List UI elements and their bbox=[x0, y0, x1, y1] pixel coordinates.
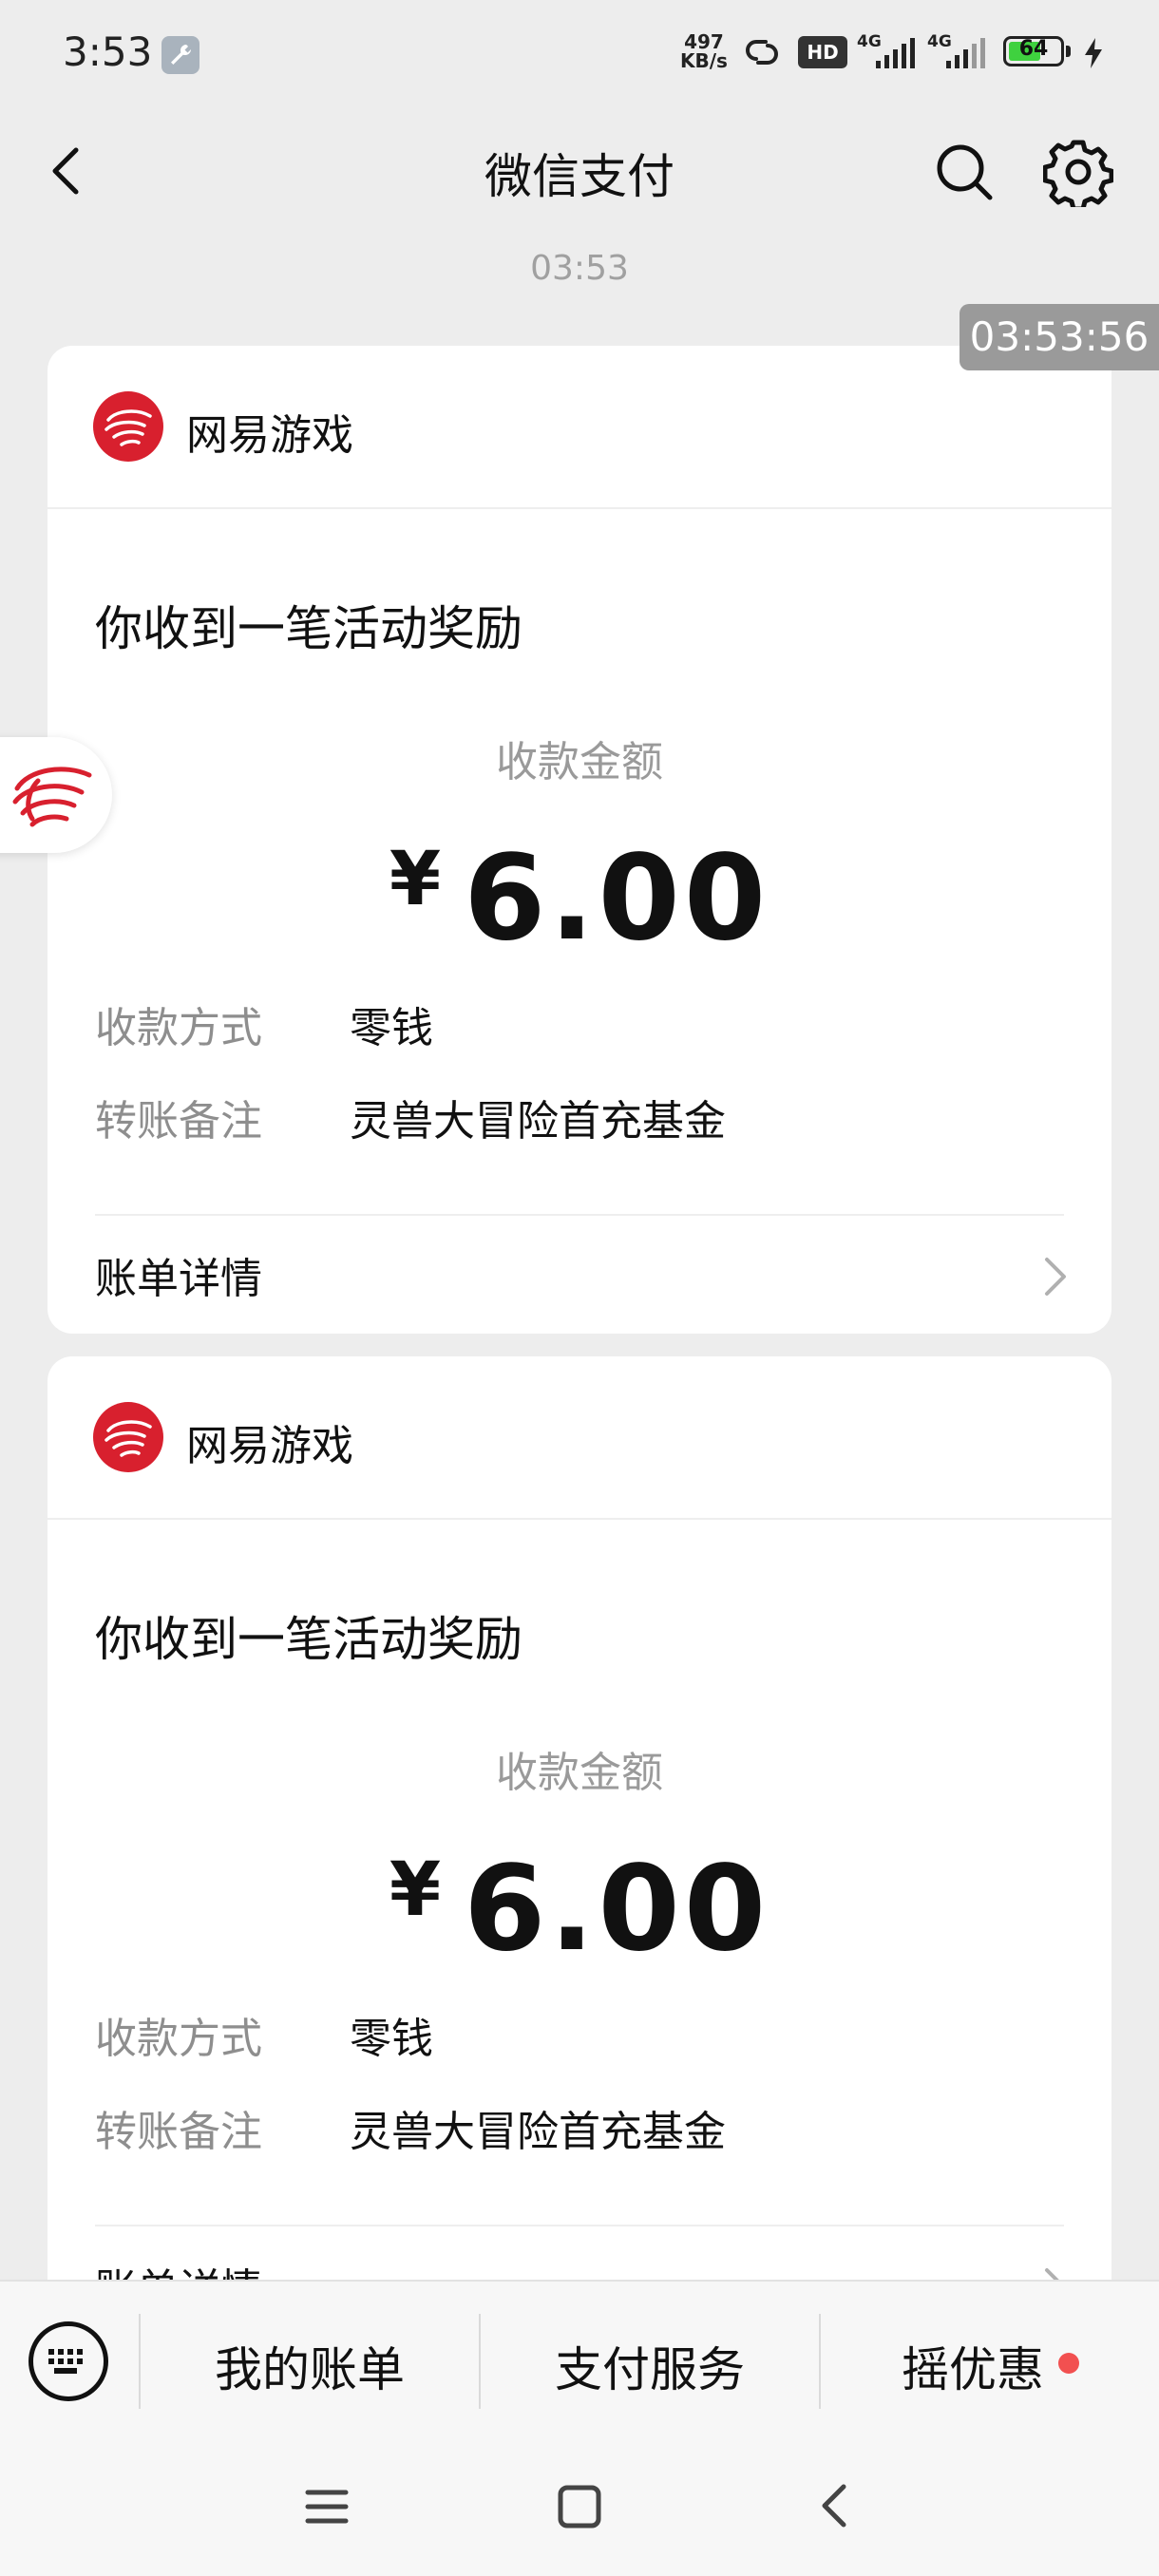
net-speed-unit: KB/s bbox=[680, 49, 728, 72]
payment-method-label: 收款方式 bbox=[95, 1004, 262, 1052]
net-speed-value: 497 bbox=[684, 30, 724, 53]
search-button[interactable] bbox=[931, 139, 998, 205]
system-back-button[interactable] bbox=[811, 2479, 859, 2536]
amount-value: 6.00 bbox=[464, 1841, 770, 1978]
card-header[interactable]: 网易游戏 bbox=[48, 1356, 1112, 1520]
amount: ¥6.00 bbox=[48, 1841, 1112, 1978]
payment-card: 网易游戏 你收到一笔活动奖励 收款金额 ¥6.00 收款方式 零钱 转账备注 灵… bbox=[48, 346, 1112, 1334]
netease-logo-icon bbox=[93, 1402, 163, 1472]
notification-headline: 你收到一笔活动奖励 bbox=[95, 1612, 522, 1667]
merchant-name: 网易游戏 bbox=[186, 1422, 353, 1470]
card-header[interactable]: 网易游戏 bbox=[48, 346, 1112, 509]
transfer-note-label: 转账备注 bbox=[95, 2108, 262, 2156]
amount-value: 6.00 bbox=[464, 830, 770, 967]
overlay-timestamp: 03:53:56 bbox=[960, 304, 1159, 370]
search-icon bbox=[937, 144, 993, 200]
message-time: 03:53 bbox=[530, 249, 629, 288]
amount: ¥6.00 bbox=[48, 830, 1112, 967]
network-speed: 497 KB/s bbox=[680, 32, 728, 70]
battery-icon: 64 bbox=[1003, 36, 1064, 66]
currency-symbol: ¥ bbox=[389, 837, 446, 922]
wrench-icon bbox=[162, 36, 200, 74]
home-square-icon bbox=[558, 2485, 601, 2529]
keyboard-icon bbox=[48, 2349, 83, 2374]
signal-4g-icon-2: 4G bbox=[927, 32, 996, 76]
menu-payment-services[interactable]: 支付服务 bbox=[481, 2332, 819, 2400]
back-triangle-icon bbox=[822, 2484, 846, 2528]
menu-my-bills[interactable]: 我的账单 bbox=[141, 2332, 479, 2400]
chevron-right-icon bbox=[1045, 1258, 1066, 1296]
notification-dot bbox=[1058, 2353, 1079, 2374]
menu-icon bbox=[305, 2490, 349, 2524]
home-button[interactable] bbox=[555, 2483, 604, 2534]
bill-details-row[interactable]: 账单详情 bbox=[48, 1216, 1112, 1334]
payment-method-value: 零钱 bbox=[350, 1004, 433, 1052]
keyboard-toggle-button[interactable] bbox=[28, 2321, 108, 2401]
transfer-note-value: 灵兽大冒险首充基金 bbox=[350, 2108, 726, 2156]
charging-icon bbox=[1083, 38, 1104, 72]
merchant-name: 网易游戏 bbox=[186, 411, 353, 460]
floating-app-bubble[interactable] bbox=[0, 737, 112, 853]
notification-headline: 你收到一笔活动奖励 bbox=[95, 601, 522, 656]
payment-card: 网易游戏 你收到一笔活动奖励 收款金额 ¥6.00 收款方式 零钱 转账备注 灵… bbox=[48, 1356, 1112, 2363]
settings-button[interactable] bbox=[1042, 137, 1114, 212]
amount-label: 收款金额 bbox=[496, 738, 663, 786]
netease-logo-icon bbox=[12, 767, 92, 827]
hd-icon: HD bbox=[798, 36, 847, 68]
link-icon bbox=[739, 36, 785, 72]
amount-label: 收款金额 bbox=[496, 1749, 663, 1797]
payment-method-value: 零钱 bbox=[350, 2015, 433, 2063]
battery-tip bbox=[1066, 46, 1071, 57]
status-time: 3:53 bbox=[63, 28, 153, 75]
signal-4g-icon-1: 4G bbox=[857, 32, 925, 76]
transfer-note-label: 转账备注 bbox=[95, 1097, 262, 1146]
battery-percent: 64 bbox=[1018, 37, 1049, 61]
gear-icon bbox=[1042, 140, 1114, 212]
menu-shake-deals[interactable]: 摇优惠 bbox=[821, 2332, 1125, 2400]
transfer-note-value: 灵兽大冒险首充基金 bbox=[350, 1097, 726, 1146]
currency-symbol: ¥ bbox=[389, 1847, 446, 1933]
recent-apps-button[interactable] bbox=[302, 2483, 352, 2534]
bill-details-label: 账单详情 bbox=[95, 1255, 262, 1303]
payment-method-label: 收款方式 bbox=[95, 2015, 262, 2063]
netease-logo-icon bbox=[93, 391, 163, 462]
